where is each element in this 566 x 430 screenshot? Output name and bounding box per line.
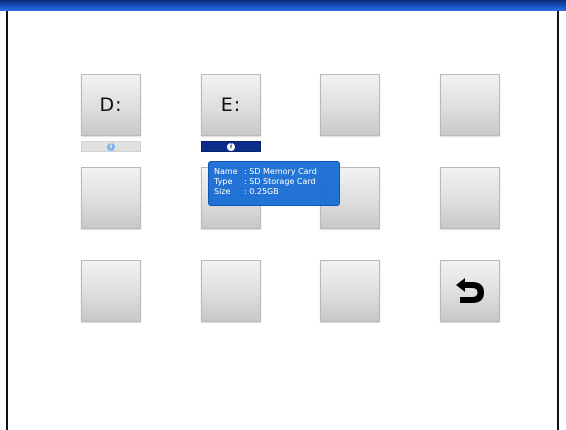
empty-tile[interactable] [81, 167, 141, 229]
info-icon: i [227, 142, 235, 151]
drive-e-info-button[interactable]: i [201, 141, 261, 152]
tooltip-value: : 0.25GB [244, 187, 279, 196]
tooltip-key: Type [214, 177, 233, 186]
drive-selection-screen: D: E: i i Name : SD Memory Card Type : S… [0, 0, 566, 430]
empty-tile[interactable] [320, 74, 380, 136]
drive-tile-d[interactable]: D: [81, 74, 141, 136]
tooltip-key: Size [214, 187, 231, 196]
screen-edge-left [6, 11, 8, 430]
drive-letter-label: D: [99, 94, 123, 116]
empty-tile[interactable] [201, 260, 261, 322]
return-button[interactable] [440, 260, 500, 322]
drive-d-info-button[interactable]: i [81, 141, 141, 152]
tooltip-row-size: Size : 0.25GB [214, 187, 334, 197]
tooltip-row-type: Type : SD Storage Card [214, 177, 334, 187]
drive-info-tooltip: Name : SD Memory Card Type : SD Storage … [208, 161, 340, 206]
drive-letter-label: E: [220, 94, 242, 116]
info-icon: i [107, 142, 115, 151]
tooltip-value: : SD Memory Card [244, 167, 317, 176]
tooltip-value: : SD Storage Card [244, 177, 316, 186]
drive-tile-e[interactable]: E: [201, 74, 261, 136]
title-strip [0, 0, 566, 11]
tooltip-row-name: Name : SD Memory Card [214, 167, 334, 177]
empty-tile[interactable] [440, 74, 500, 136]
empty-tile[interactable] [320, 260, 380, 322]
empty-tile[interactable] [81, 260, 141, 322]
empty-tile[interactable] [440, 167, 500, 229]
return-arrow-icon [456, 278, 484, 303]
tooltip-key: Name [214, 167, 238, 176]
screen-edge-right [557, 11, 559, 430]
